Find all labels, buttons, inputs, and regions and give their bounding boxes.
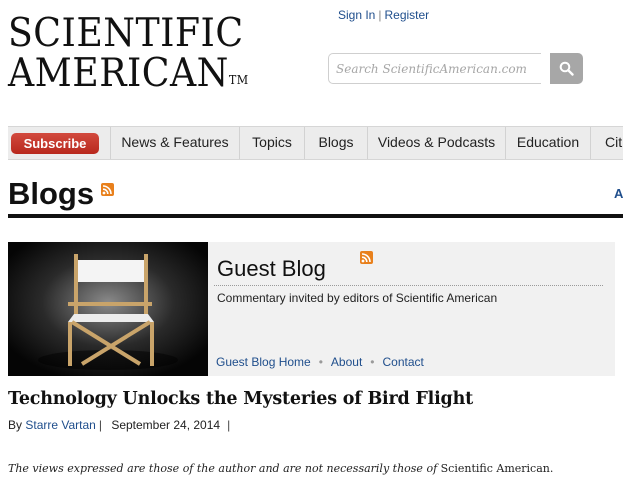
trademark: TM	[228, 73, 249, 87]
dot-separator: •	[370, 355, 375, 369]
guest-blog-links: Guest Blog Home • About • Contact	[216, 355, 424, 369]
sign-in-link[interactable]: Sign In	[338, 8, 375, 22]
main-nav: Subscribe News & Features Topics Blogs V…	[8, 126, 623, 160]
logo-line-1: SCIENTIFIC	[8, 11, 244, 56]
disclaimer-publication: Scientific American.	[440, 462, 554, 475]
director-chair-image	[8, 242, 208, 376]
dotted-divider	[214, 285, 603, 286]
logo-line-2: AMERICANTM	[8, 51, 249, 96]
header-divider	[8, 214, 623, 218]
account-links-separator: |	[378, 8, 382, 22]
disclaimer: The views expressed are those of the aut…	[8, 462, 553, 475]
byline: By Starre Vartan | September 24, 2014 |	[8, 418, 236, 432]
rss-icon[interactable]	[360, 251, 373, 264]
article-date: September 24, 2014	[111, 418, 221, 432]
disclaimer-text: The views expressed are those of the aut…	[8, 462, 438, 475]
author-link[interactable]: Starre Vartan	[25, 418, 95, 432]
search-box	[328, 53, 583, 84]
search-icon	[559, 61, 574, 76]
page-title: Blogs	[8, 176, 95, 211]
rss-icon[interactable]	[101, 183, 114, 196]
guest-blog-title[interactable]: Guest Blog	[217, 256, 326, 282]
nav-item-videos-podcasts[interactable]: Videos & Podcasts	[367, 127, 505, 159]
guest-blog-description: Commentary invited by editors of Scienti…	[217, 291, 498, 305]
nav-item-blogs[interactable]: Blogs	[304, 127, 367, 159]
nav-item-education[interactable]: Education	[505, 127, 590, 159]
subscribe-button[interactable]: Subscribe	[11, 133, 99, 154]
byline-separator: |	[227, 418, 231, 432]
search-button[interactable]	[550, 53, 583, 84]
byline-prefix: By	[8, 418, 23, 432]
nav-item-cit[interactable]: Cit	[590, 127, 623, 159]
article-title: Technology Unlocks the Mysteries of Bird…	[8, 389, 474, 409]
guest-blog-home-link[interactable]: Guest Blog Home	[216, 355, 311, 369]
contact-link[interactable]: Contact	[382, 355, 423, 369]
search-input[interactable]	[328, 53, 541, 84]
nav-item-news-features[interactable]: News & Features	[110, 127, 239, 159]
site-logo[interactable]: SCIENTIFIC AMERICANTM	[8, 14, 278, 94]
register-link[interactable]: Register	[384, 8, 429, 22]
nav-item-topics[interactable]: Topics	[239, 127, 304, 159]
dot-separator: •	[318, 355, 323, 369]
account-links: Sign In | Register	[338, 8, 429, 22]
byline-separator: |	[98, 418, 102, 432]
header-right-link[interactable]: A	[614, 186, 623, 201]
about-link[interactable]: About	[331, 355, 362, 369]
